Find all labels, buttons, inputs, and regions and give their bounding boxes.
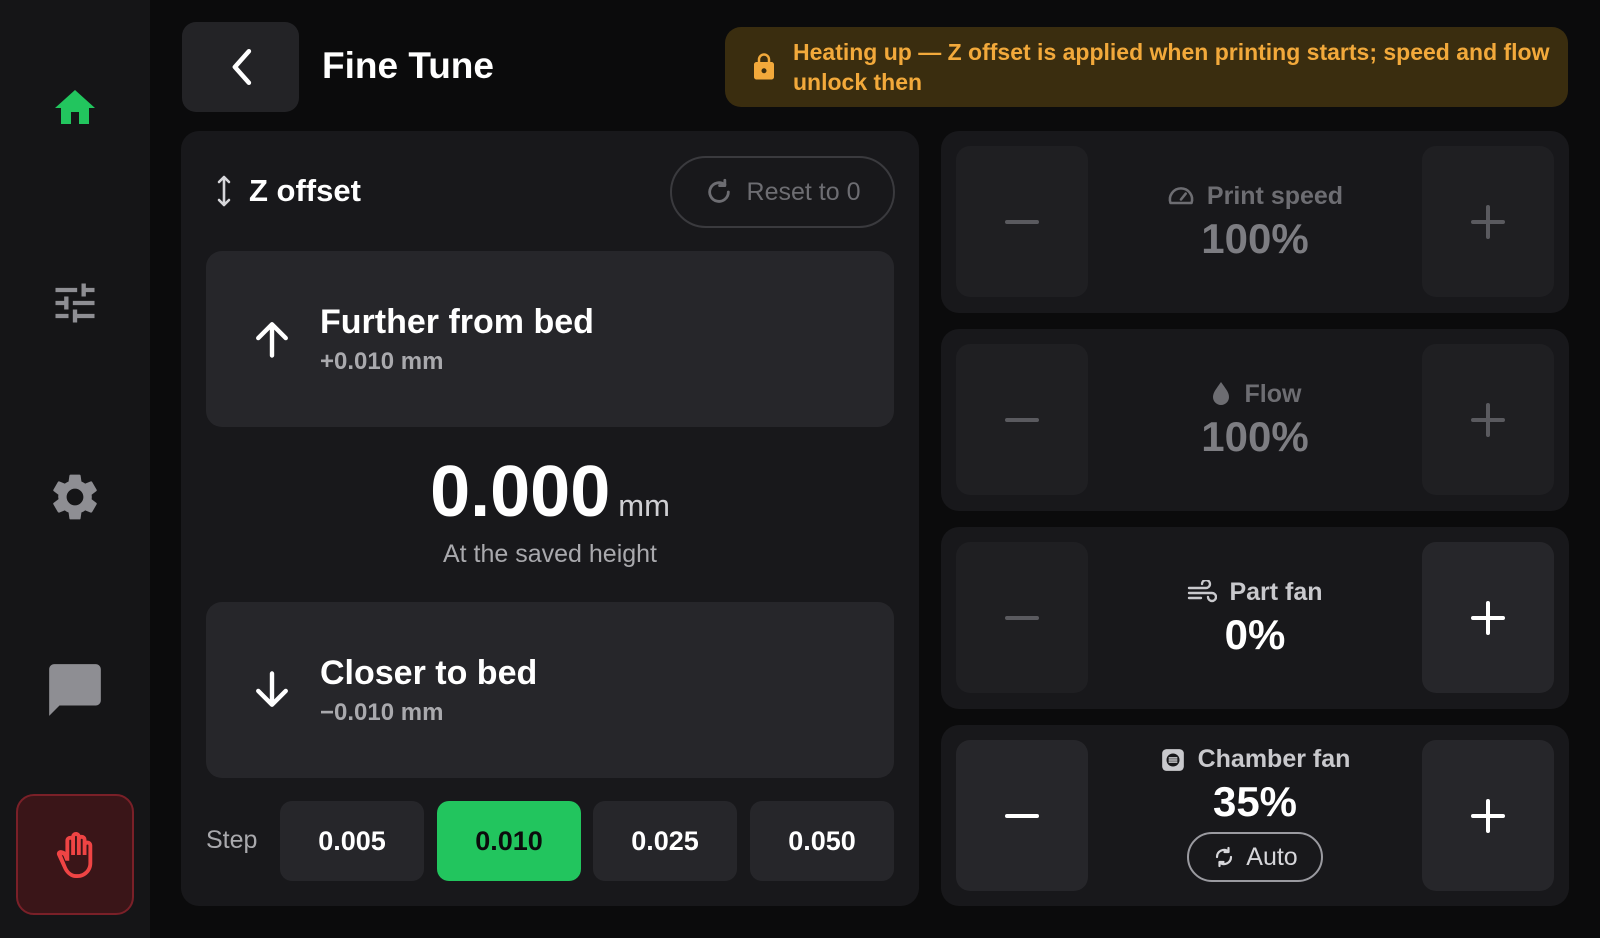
sync-icon [1216,846,1233,868]
move-further-button[interactable]: Further from bed +0.010 mm [206,251,894,427]
reset-z-offset-button[interactable]: Reset to 0 [670,156,895,228]
page-title: Fine Tune [322,45,494,86]
flow-value: 100% [1201,412,1309,460]
step-label: Step [206,826,258,854]
step-option-0.025[interactable]: 0.025 [593,801,737,881]
print-speed-label: Print speed [1206,181,1344,210]
move-closer-button[interactable]: Closer to bed −0.010 mm [206,602,894,778]
part-fan-value: 0% [1224,610,1286,658]
chamber-fan-decrease-button[interactable] [956,740,1088,891]
z-offset-header: Z offset [217,173,361,209]
part-fan-control: Part fan 0% [941,527,1569,709]
part-fan-increase-button[interactable] [1422,542,1554,693]
emergency-stop-button[interactable] [16,794,134,915]
flow-label: Flow [1244,379,1302,408]
hand-stop-icon [56,831,93,878]
chamber-fan-auto-toggle[interactable]: Auto [1187,832,1323,882]
gear-icon [53,474,97,520]
nav-messages-button[interactable] [25,640,125,740]
z-offset-readout: 0.000 mm [181,451,919,533]
status-banner: Heating up — Z offset is applied when pr… [725,27,1568,107]
banner-text: Heating up — Z offset is applied when pr… [793,39,1550,95]
print-speed-control: Print speed 100% [941,131,1569,313]
move-closer-delta: −0.010 mm [320,699,444,726]
wind-icon [1188,580,1218,603]
move-further-title: Further from bed [320,303,594,341]
chamber-fan-control: Chamber fan 35% Auto [941,725,1569,906]
reset-icon [707,178,730,203]
plus-icon [1471,204,1505,239]
flow-increase-button[interactable] [1422,344,1554,495]
plus-icon [1471,402,1505,437]
minus-icon [1005,219,1039,224]
arrow-up-icon [256,322,288,358]
minus-icon [1005,615,1039,620]
nav-settings-button[interactable] [25,447,125,547]
part-fan-decrease-button[interactable] [956,542,1088,693]
chamber-fan-label: Chamber fan [1197,745,1351,773]
print-speed-value: 100% [1201,214,1309,262]
chevron-left-icon [232,48,251,86]
home-icon [55,90,95,124]
z-offset-status: At the saved height [442,540,658,568]
flow-decrease-button[interactable] [956,344,1088,495]
sliders-icon [55,283,95,323]
z-offset-value: 0.000 [430,452,611,532]
step-option-0.005[interactable]: 0.005 [280,801,424,881]
droplet-icon [1212,382,1229,405]
reset-label: Reset to 0 [746,177,861,206]
lock-icon [754,53,774,80]
step-option-0.010[interactable]: 0.010 [437,801,581,881]
plus-icon [1471,798,1505,833]
part-fan-label: Part fan [1229,577,1323,606]
chamber-fan-mode: Auto [1246,842,1298,871]
z-offset-title: Z offset [249,173,361,208]
step-option-0.050[interactable]: 0.050 [750,801,894,881]
flow-control: Flow 100% [941,329,1569,511]
move-closer-title: Closer to bed [320,654,538,692]
nav-home-button[interactable] [25,58,125,158]
sidebar [0,0,150,938]
z-offset-unit: mm [618,488,670,523]
chat-icon [49,664,101,716]
speedometer-icon [1168,187,1194,205]
chamber-fan-value: 35% [1212,778,1298,825]
move-further-delta: +0.010 mm [320,348,444,375]
z-offset-panel: Z offset Reset to 0 Further from bed +0.… [181,131,919,906]
plus-icon [1471,600,1505,635]
vertical-arrows-icon [217,175,231,207]
back-button[interactable] [182,22,299,112]
chamber-fan-increase-button[interactable] [1422,740,1554,891]
chamber-fan-icon [1161,748,1184,771]
nav-tune-button[interactable] [25,253,125,353]
print-speed-increase-button[interactable] [1422,146,1554,297]
print-speed-decrease-button[interactable] [956,146,1088,297]
arrow-down-icon [256,671,288,707]
minus-icon [1005,417,1039,422]
minus-icon [1005,813,1039,818]
